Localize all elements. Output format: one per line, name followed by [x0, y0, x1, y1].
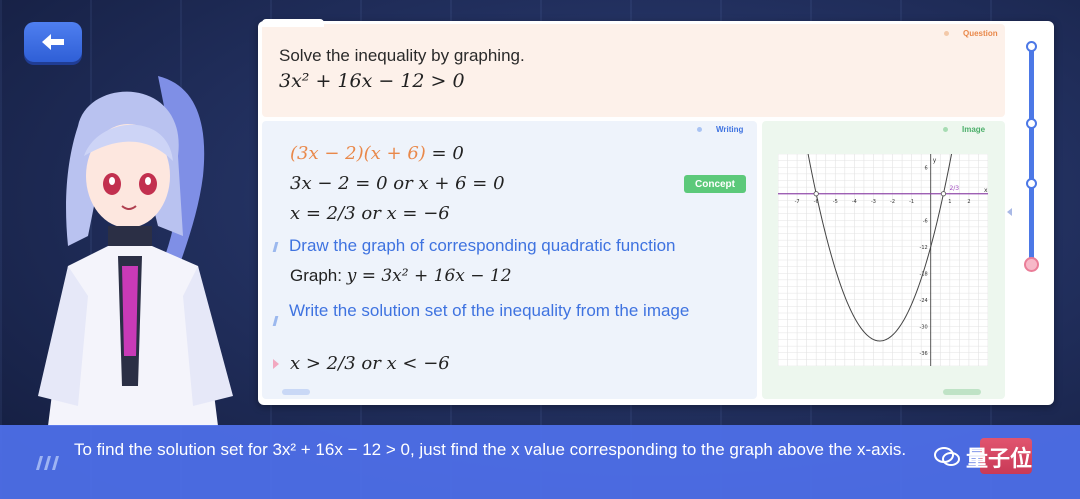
arrow-left-icon [42, 34, 64, 50]
step-write-solution: Write the solution set of the inequality… [289, 301, 690, 320]
x-tick-label: -5 [833, 199, 838, 205]
writing-footer-handle [282, 389, 310, 395]
y-axis-label: y [933, 157, 937, 164]
roots-values: x = 2/3 or x = −6 [290, 203, 450, 224]
writing-tag: Writing [697, 124, 743, 135]
root-point [940, 191, 947, 197]
slider-knob[interactable] [1026, 118, 1037, 129]
x-tick-label: -3 [871, 199, 876, 205]
concept-button[interactable]: Concept [684, 175, 746, 193]
solution-set: x > 2/3 or x < −6 [290, 353, 450, 374]
wechat-icon [934, 447, 960, 466]
subtitle-bar [0, 425, 1080, 499]
progress-slider[interactable] [1016, 28, 1054, 402]
y-tick-label: -36 [920, 351, 928, 357]
y-tick-label: 6 [925, 165, 928, 171]
subtitle-text: To find the solution set for 3x² + 16x −… [74, 440, 907, 459]
y-tick-label: -12 [920, 245, 928, 251]
slider-track [1029, 44, 1034, 264]
parabola-graph: -7 -6 -5 -4 -3 -2 -1 1 26-6-12-18-24-30-36xy2/3 [778, 154, 988, 366]
watermark: 量子位 [934, 441, 1032, 473]
x-tick-label: -2 [890, 199, 895, 205]
slider-knob[interactable] [1026, 41, 1037, 52]
root-point [813, 191, 819, 197]
back-button[interactable] [24, 22, 82, 62]
question-equation: 3x² + 16x − 12 > 0 [279, 70, 465, 92]
root-label: 2/3 [949, 185, 959, 192]
question-tab [262, 19, 324, 27]
slider-knob[interactable] [1026, 178, 1037, 189]
y-tick-label: -6 [923, 218, 928, 224]
slider-knob-current[interactable] [1024, 257, 1039, 272]
collapse-arrow-icon[interactable] [1007, 208, 1012, 216]
image-footer-handle [943, 389, 981, 395]
factor-equation: (3x − 2)(x + 6) = 0 [290, 143, 464, 164]
subtitle-icon [32, 456, 60, 475]
image-tag: Image [943, 124, 985, 135]
x-tick-label: 2 [967, 199, 970, 205]
y-tick-label: -30 [920, 324, 928, 330]
question-tag: Question [944, 28, 998, 39]
graph-line: Graph: y = 3x² + 16x − 12 [290, 266, 512, 286]
question-title: Solve the inequality by graphing. [279, 46, 525, 65]
avatar [38, 76, 233, 426]
y-tick-label: -24 [920, 298, 928, 304]
x-tick-label: -1 [909, 199, 914, 205]
x-tick-label: -7 [795, 199, 800, 205]
x-tick-label: -4 [852, 199, 857, 205]
step-draw-graph: Draw the graph of corresponding quadrati… [289, 236, 676, 255]
roots-equation: 3x − 2 = 0 or x + 6 = 0 [290, 173, 505, 194]
x-tick-label: 1 [948, 199, 951, 205]
pointer-icon [273, 359, 279, 369]
x-axis-label: x [984, 187, 988, 194]
